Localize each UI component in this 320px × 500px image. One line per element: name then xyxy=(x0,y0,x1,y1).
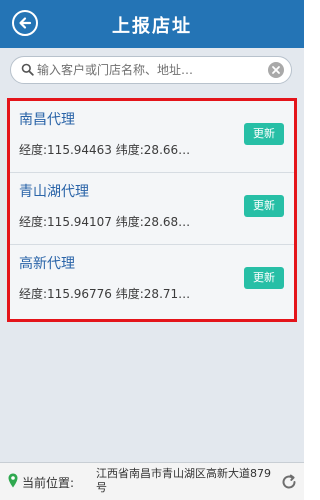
clear-search-button[interactable] xyxy=(268,62,284,78)
update-button[interactable]: 更新 xyxy=(244,267,284,289)
location-footer: 当前位置: 江西省南昌市青山湖区高新大道879号 xyxy=(0,462,304,500)
location-label: 当前位置: xyxy=(22,476,75,490)
store-coordinates: 经度:115.94107 纬度:28.68… xyxy=(19,215,191,229)
header-bar: 上报店址 xyxy=(0,0,304,49)
store-name: 南昌代理 xyxy=(19,112,75,128)
store-item[interactable]: 高新代理 经度:115.96776 纬度:28.71… 更新 xyxy=(10,245,294,317)
refresh-location-button[interactable] xyxy=(280,473,298,491)
update-button[interactable]: 更新 xyxy=(244,123,284,145)
store-coordinates: 经度:115.94463 纬度:28.66… xyxy=(19,143,191,157)
update-button[interactable]: 更新 xyxy=(244,195,284,217)
store-item[interactable]: 青山湖代理 经度:115.94107 纬度:28.68… 更新 xyxy=(10,173,294,245)
page-title: 上报店址 xyxy=(112,16,192,37)
location-address: 江西省南昌市青山湖区高新大道879号 xyxy=(96,467,271,494)
search-icon xyxy=(21,63,34,76)
close-icon xyxy=(272,66,280,74)
search-bar xyxy=(0,48,304,94)
app-screen: 上报店址 南昌代理 经度:115.94463 纬度:28.66… 更新 青山湖代… xyxy=(0,0,304,500)
store-coordinates: 经度:115.96776 纬度:28.71… xyxy=(19,287,191,301)
store-list: 南昌代理 经度:115.94463 纬度:28.66… 更新 青山湖代理 经度:… xyxy=(7,98,297,322)
search-box xyxy=(10,56,292,84)
refresh-icon xyxy=(282,474,296,489)
store-name: 高新代理 xyxy=(19,256,75,272)
location-pin-icon xyxy=(8,473,18,488)
store-item[interactable]: 南昌代理 经度:115.94463 纬度:28.66… 更新 xyxy=(10,101,294,173)
store-name: 青山湖代理 xyxy=(19,184,89,200)
search-input[interactable] xyxy=(37,60,257,80)
